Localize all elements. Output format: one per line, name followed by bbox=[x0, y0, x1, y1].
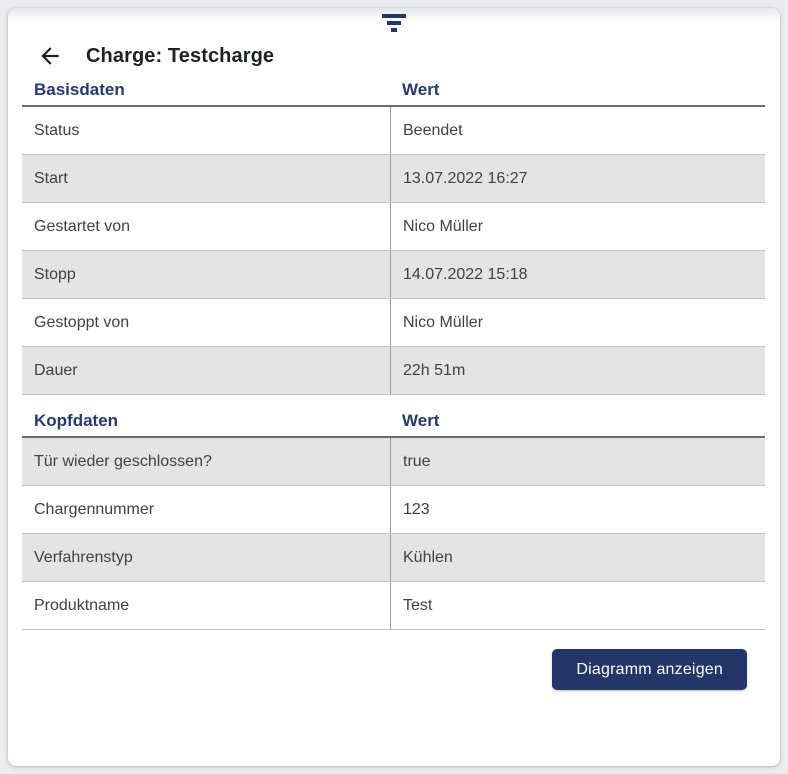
row-label: Verfahrenstyp bbox=[22, 534, 390, 581]
row-value: Beendet bbox=[390, 107, 765, 154]
row-value: 13.07.2022 16:27 bbox=[390, 155, 765, 202]
table-row: Tür wieder geschlossen? true bbox=[22, 438, 765, 486]
table-basisdaten: Basisdaten Wert Status Beendet Start 13.… bbox=[22, 80, 765, 395]
row-label: Tür wieder geschlossen? bbox=[22, 438, 390, 485]
row-label: Chargennummer bbox=[22, 486, 390, 533]
row-value: Test bbox=[390, 582, 765, 629]
actions-bar: Diagramm anzeigen bbox=[22, 649, 765, 690]
filter-bar bbox=[8, 8, 780, 34]
table-row: Gestartet von Nico Müller bbox=[22, 203, 765, 251]
back-button[interactable] bbox=[38, 44, 62, 68]
table-row: Start 13.07.2022 16:27 bbox=[22, 155, 765, 203]
table-header-label: Basisdaten bbox=[22, 80, 390, 100]
table-kopfdaten: Kopfdaten Wert Tür wieder geschlossen? t… bbox=[22, 411, 765, 630]
table-row: Stopp 14.07.2022 15:18 bbox=[22, 251, 765, 299]
arrow-back-icon bbox=[37, 43, 63, 69]
table-row: Gestoppt von Nico Müller bbox=[22, 299, 765, 347]
row-value: 14.07.2022 15:18 bbox=[390, 251, 765, 298]
table-header: Kopfdaten Wert bbox=[22, 411, 765, 438]
row-value: Nico Müller bbox=[390, 203, 765, 250]
row-value: Nico Müller bbox=[390, 299, 765, 346]
row-label: Start bbox=[22, 155, 390, 202]
row-label: Status bbox=[22, 107, 390, 154]
table-row: Dauer 22h 51m bbox=[22, 347, 765, 395]
row-label: Gestoppt von bbox=[22, 299, 390, 346]
table-row: Verfahrenstyp Kühlen bbox=[22, 534, 765, 582]
content: Basisdaten Wert Status Beendet Start 13.… bbox=[22, 80, 765, 690]
row-value: 123 bbox=[390, 486, 765, 533]
page-title: Charge: Testcharge bbox=[86, 45, 274, 68]
filter-list-icon bbox=[380, 11, 408, 33]
table-header-label: Kopfdaten bbox=[22, 411, 390, 431]
table-header-value: Wert bbox=[390, 80, 765, 100]
detail-card: Charge: Testcharge Basisdaten Wert Statu… bbox=[8, 8, 780, 766]
row-value: true bbox=[390, 438, 765, 485]
table-header: Basisdaten Wert bbox=[22, 80, 765, 107]
titlebar: Charge: Testcharge bbox=[38, 40, 780, 72]
row-label: Dauer bbox=[22, 347, 390, 394]
row-value: Kühlen bbox=[390, 534, 765, 581]
row-label: Gestartet von bbox=[22, 203, 390, 250]
row-label: Produktname bbox=[22, 582, 390, 629]
show-diagram-button[interactable]: Diagramm anzeigen bbox=[552, 649, 747, 690]
table-row: Produktname Test bbox=[22, 582, 765, 630]
row-value: 22h 51m bbox=[390, 347, 765, 394]
table-row: Chargennummer 123 bbox=[22, 486, 765, 534]
filter-button[interactable] bbox=[378, 10, 410, 34]
table-row: Status Beendet bbox=[22, 107, 765, 155]
table-header-value: Wert bbox=[390, 411, 765, 431]
row-label: Stopp bbox=[22, 251, 390, 298]
